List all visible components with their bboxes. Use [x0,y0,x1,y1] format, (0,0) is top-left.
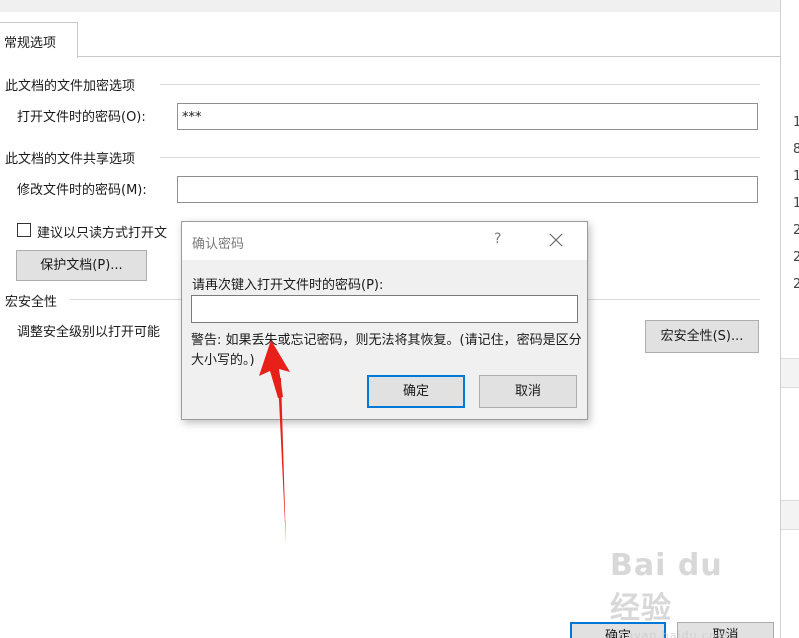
dialog-title: 确认密码 [192,237,245,252]
protect-document-button[interactable]: 保护文档(P)... [16,250,147,281]
background-number: 1 [793,169,799,184]
modify-password-label: 修改文件时的密码(M): [17,183,147,198]
dialog-titlebar: 确认密码 ? [182,222,587,260]
tab-label: 常规选项 [4,36,57,51]
background-number: 1 [793,196,799,211]
main-cancel-button[interactable]: 取消 [677,622,774,638]
open-password-label: 打开文件时的密码(O): [17,110,146,125]
macro-description: 调整安全级别以打开可能 [17,325,161,340]
modify-password-input[interactable] [177,176,758,203]
background-number: 1 [793,115,799,130]
background-band [781,500,799,530]
close-icon[interactable] [548,232,564,248]
background-number: 2 [793,250,799,265]
background-window: 1 8 1 1 2 2 2 [780,0,799,638]
screen: 1 8 1 1 2 2 2 常规选项 此文档的文件加密选项 打开文件时的密码(O… [0,0,799,638]
sharing-section-title: 此文档的文件共享选项 [5,152,136,167]
background-number: 2 [793,223,799,238]
background-number: 2 [793,277,799,292]
macro-security-button[interactable]: 宏安全性(S)... [645,320,759,353]
background-band [781,358,799,388]
confirm-password-input[interactable] [191,295,578,323]
readonly-checkbox[interactable] [17,223,31,237]
section-divider [160,84,760,85]
background-number: 8 [793,142,799,157]
password-warning: 警告: 如果丢失或忘记密码，则无法将其恢复。(请记住，密码是区分大小写的。) [191,333,582,368]
dialog-cancel-button[interactable]: 取消 [479,375,577,408]
reenter-password-label: 请再次键入打开文件时的密码(P): [192,278,384,293]
macro-section-title: 宏安全性 [5,295,58,310]
top-strip [0,0,780,12]
encryption-section-title: 此文档的文件加密选项 [5,79,136,94]
tab-general-options[interactable]: 常规选项 [0,22,78,58]
confirm-password-dialog: 确认密码 ? 请再次键入打开文件时的密码(P): 警告: 如果丢失或忘记密码，则… [181,221,588,420]
help-icon[interactable]: ? [494,231,501,247]
main-ok-button[interactable]: 确定 [570,622,666,638]
readonly-label: 建议以只读方式打开文 [37,226,168,241]
section-divider [160,157,760,158]
dialog-ok-button[interactable]: 确定 [367,375,465,408]
open-password-input[interactable]: *** [177,103,758,130]
